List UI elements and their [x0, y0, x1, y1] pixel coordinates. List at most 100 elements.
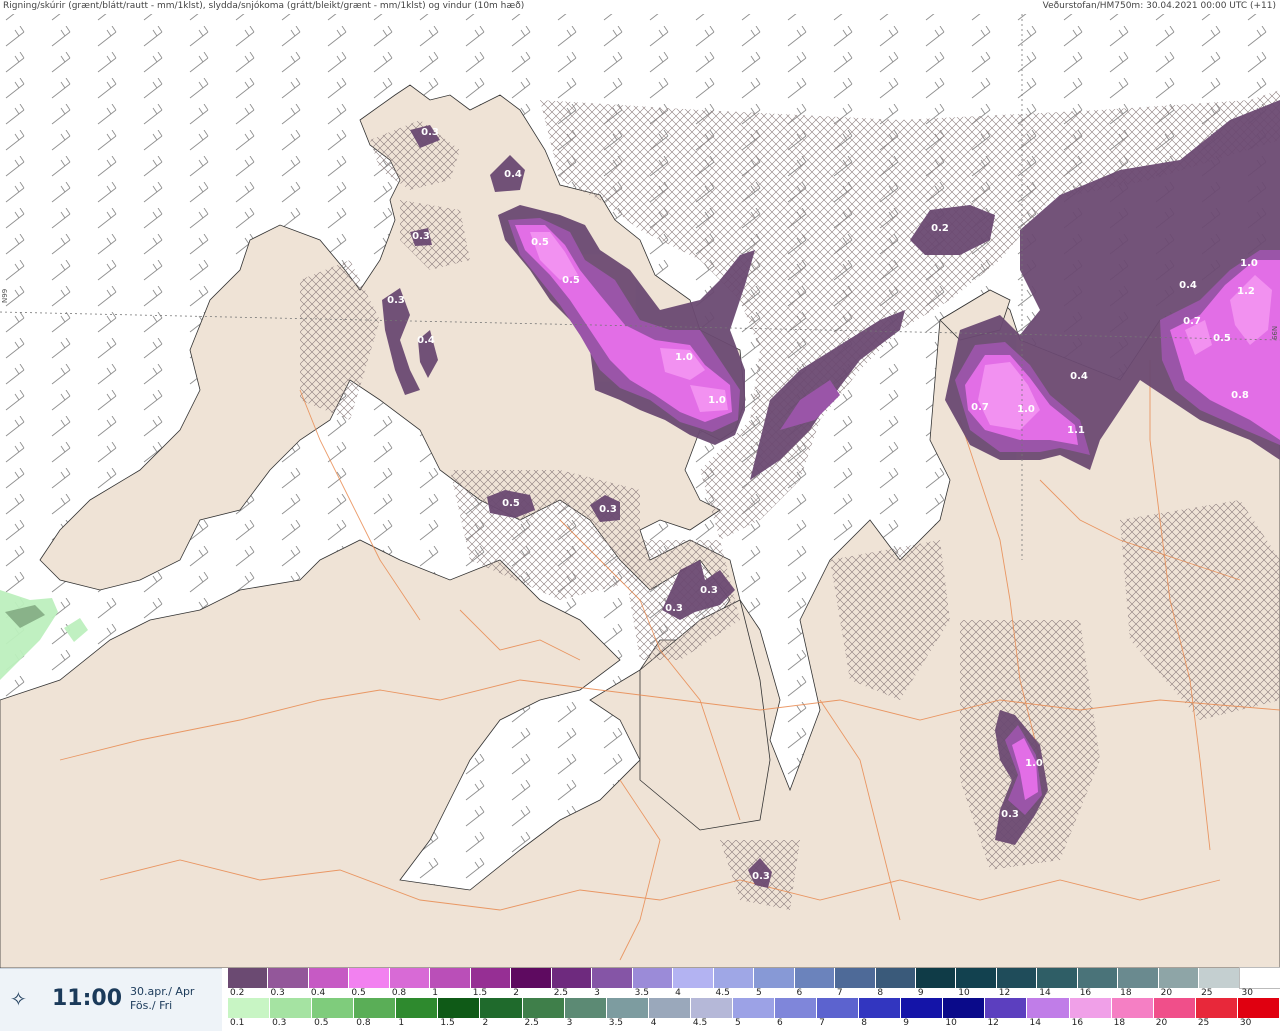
legend-rain-swatch: [480, 998, 523, 1018]
legend-snow-swatch: [673, 968, 714, 988]
precip-value-label: 0.7: [1183, 316, 1201, 327]
precip-value-label: 0.5: [562, 275, 580, 286]
forecast-date-line1: 30.apr./ Apr: [130, 985, 195, 998]
legend-snow-label: 0.8: [391, 988, 407, 998]
legend-snow-label: 4.5: [715, 988, 730, 998]
grid-label-right: N99: [1270, 325, 1278, 340]
legend-snow-label: 2.5: [553, 988, 569, 998]
bottom-panel: ✧ 11:00 30.apr./ Apr Fös./ Fri 0.2 0.3 0.4…: [0, 967, 1280, 1031]
precip-value-label: 0.5: [531, 237, 549, 248]
legend-rain-label: 2: [482, 1018, 489, 1028]
legend-snow-swatch: [632, 968, 674, 988]
legend-rain-label: 5: [734, 1018, 741, 1028]
legend-snow-swatch: [754, 968, 795, 988]
legend-snow-swatch: [1077, 968, 1119, 988]
legend-rain-label: 3.5: [608, 1018, 624, 1028]
legend-rain-swatch: [1111, 998, 1154, 1018]
legend-rain-swatch: [775, 998, 818, 1018]
legend-rain-label: 0.8: [356, 1018, 371, 1028]
legend-rain-swatch: [859, 998, 902, 1018]
legend-rain-swatch: [985, 998, 1028, 1018]
legend-snow-label: 18: [1120, 988, 1132, 998]
legend-rain-label: 2.5: [524, 1018, 539, 1028]
grid-label-left: N99: [1, 288, 9, 303]
legend-rain-swatch: [943, 998, 986, 1018]
legend-rain-swatch: [1237, 998, 1280, 1018]
precip-value-label: 0.3: [665, 603, 683, 614]
precip-value-label: 0.3: [700, 585, 718, 596]
legend-rain-label: 0.3: [272, 1018, 287, 1028]
legend-snow-label: 20: [1160, 988, 1173, 998]
legend-snow-swatch: [1118, 968, 1159, 988]
legend-rain-label: 1.5: [440, 1018, 455, 1028]
legend-snow-label: 12: [998, 988, 1011, 998]
legend-snow-swatch: [835, 968, 876, 988]
legend-rain-swatch: [732, 998, 776, 1018]
legend-rain-swatch: [270, 998, 313, 1018]
precip-value-label: 0.4: [417, 335, 435, 346]
forecast-date-line2: Fös./ Fri: [130, 999, 173, 1012]
precip-value-label: 0.3: [752, 871, 770, 882]
legend-rain-swatch: [396, 998, 439, 1018]
precip-value-label: 1.0: [1017, 404, 1035, 415]
legend-rain-swatch: [606, 998, 649, 1018]
legend-snow-label: 4: [675, 988, 681, 998]
legend-snow-swatch: [915, 968, 957, 988]
precip-value-label: 0.3: [599, 504, 617, 515]
legend-snow-label: 0.5: [351, 988, 366, 998]
legend-rain-swatch: [228, 998, 271, 1018]
legend-rain-swatch: [690, 998, 733, 1018]
color-legend: 0.2 0.3 0.4 0.5 0.8 1 1.5 2 2.5 3 3.5 4 4.5 5 6 7 8 9 10 12…: [228, 967, 1280, 1030]
legend-rain-labels: 0.1 0.3 0.5 0.8 1 1.5 2 2.5 3 3.5 4 4.5 5 6 7 8 9 10 12 14 1…: [228, 1018, 1280, 1028]
legend-snow-label: 25: [1201, 988, 1213, 998]
legend-snow-bar: [228, 967, 1280, 989]
legend-rain-label: 0.1: [230, 1018, 245, 1028]
legend-rain-label: 0.5: [314, 1018, 329, 1028]
legend-snow-labels: 0.2 0.3 0.4 0.5 0.8 1 1.5 2 2.5 3 3.5 4 4.5 5 6 7 8 9 10 12…: [228, 988, 1280, 998]
legend-snow-label: 10: [958, 988, 970, 998]
legend-snow-swatch: [713, 968, 755, 988]
legend-rain-label: 10: [945, 1018, 957, 1028]
legend-rain-swatch: [648, 998, 691, 1018]
legend-rain-label: 1: [398, 1018, 405, 1028]
precip-value-label: 0.5: [502, 498, 520, 509]
legend-rain-bar: [228, 998, 1280, 1018]
legend-snow-label: 2: [513, 988, 519, 998]
precip-value-label: 0.4: [1179, 280, 1197, 291]
precip-value-label: 1.0: [1025, 758, 1043, 769]
legend-snow-swatch: [228, 968, 269, 988]
legend-snow-swatch: [268, 968, 309, 988]
legend-rain-swatch: [1153, 998, 1196, 1018]
precip-value-label: 0.4: [504, 169, 522, 180]
forecast-map: 0.3 0.4 0.3 0.5 0.5 0.3 0.4 1.0 1.0 0.2 1.0 0.4 1.2 0…: [0, 0, 1280, 968]
legend-snow-swatch: [349, 968, 390, 988]
time-indicator[interactable]: ✧ 11:00 30.apr./ Apr Fös./ Fri: [0, 968, 222, 1031]
legend-rain-swatch: [312, 998, 355, 1018]
precip-value-label: 0.2: [931, 223, 949, 234]
legend-snow-label: 14: [1039, 988, 1051, 998]
legend-snow-label: 7: [836, 988, 843, 998]
legend-rain-label: 6: [777, 1018, 783, 1028]
model-run-info: Veðurstofan/HM750m: 30.04.2021 00:00 UTC…: [1042, 1, 1276, 11]
legend-snow-label: 16: [1079, 988, 1092, 998]
legend-snow-label: 0.2: [230, 988, 245, 998]
legend-rain-swatch: [1069, 998, 1112, 1018]
precip-value-label: 0.5: [1213, 333, 1231, 344]
legend-rain-label: 4: [650, 1018, 657, 1028]
legend-rain-label: 14: [1029, 1018, 1041, 1028]
legend-rain-swatch: [901, 998, 944, 1018]
legend-snow-label: 3.5: [634, 988, 649, 998]
legend-snow-swatch: [430, 968, 471, 988]
legend-rain-label: 4.5: [692, 1018, 708, 1028]
legend-rain-label: 20: [1155, 1018, 1168, 1028]
legend-snow-swatch: [470, 968, 512, 988]
legend-rain-swatch: [564, 998, 607, 1018]
legend-snow-swatch: [389, 968, 431, 988]
map-title: Rigning/skúrir (grænt/blátt/rautt - mm/1…: [3, 1, 525, 11]
legend-rain-label: 7: [819, 1018, 825, 1028]
precip-value-label: 0.4: [1070, 371, 1088, 382]
precip-value-label: 0.8: [1231, 390, 1249, 401]
precip-value-label: 0.3: [387, 295, 405, 306]
precip-value-label: 1.0: [708, 395, 726, 406]
legend-snow-swatch: [551, 968, 593, 988]
